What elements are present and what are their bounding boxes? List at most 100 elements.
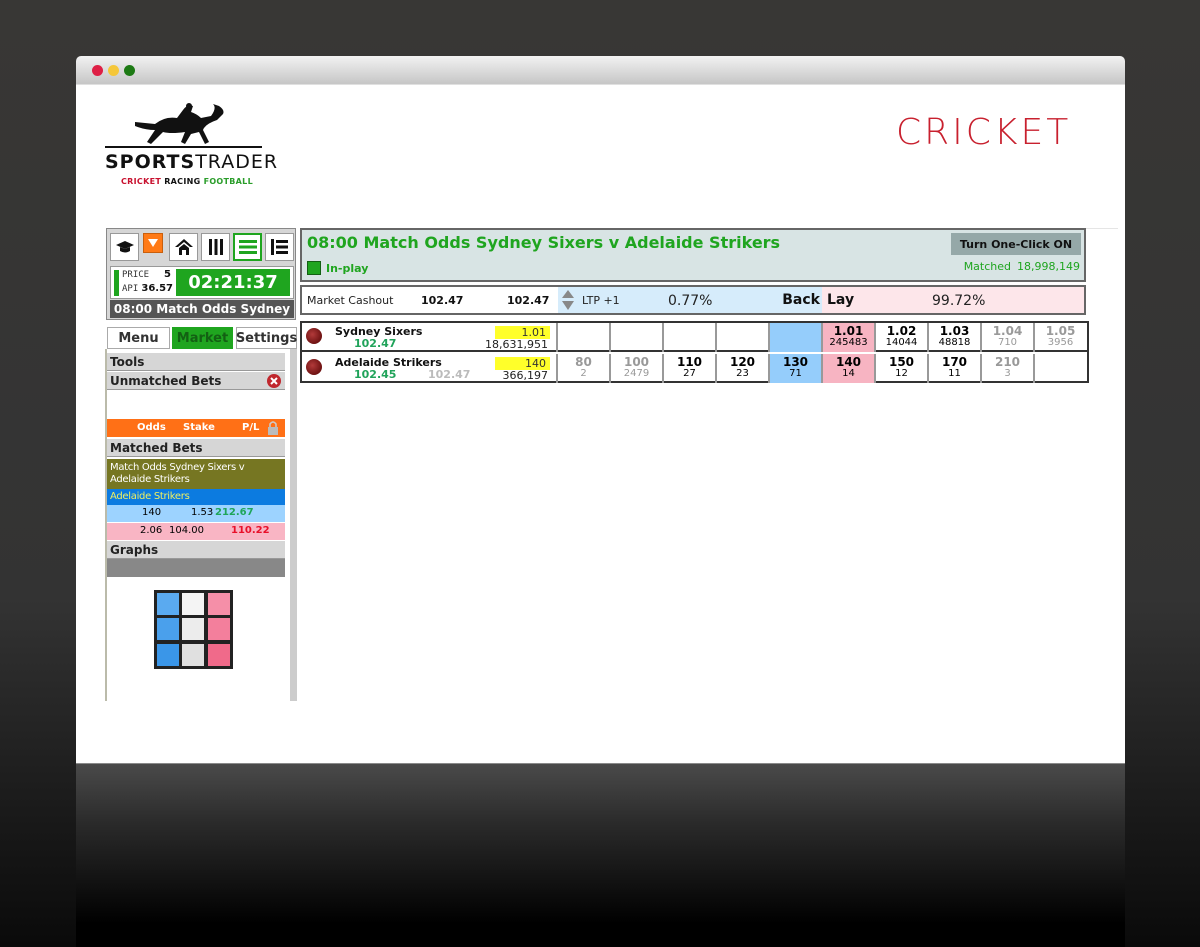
logo-divider <box>105 146 262 148</box>
bet-stake: 1.53 <box>191 507 214 518</box>
cashout-label: Market Cashout <box>307 294 394 307</box>
cell-size: 2479 <box>623 368 650 379</box>
matched-bet-back: 140 1.53 212.67 <box>107 505 285 522</box>
market-header: 08:00 Match Odds Sydney Sixers v Adelaid… <box>300 228 1086 282</box>
cell-size: 11 <box>948 368 961 379</box>
cell-price: 120 <box>729 355 756 369</box>
runner-row: Sydney Sixers 102.47 1.01 18,631,951 1.0… <box>302 323 1087 352</box>
window-bottom-shadow <box>76 763 1125 947</box>
maximize-window-icon[interactable] <box>124 65 135 76</box>
ladder-view-button[interactable] <box>265 233 294 261</box>
unmatched-bets-label: Unmatched Bets <box>110 374 222 388</box>
traded-volume: 18,631,951 <box>485 338 548 351</box>
price-cell[interactable]: 1.05 3956 <box>1033 323 1086 352</box>
stake-column: Stake <box>183 422 215 433</box>
cell-size: 2 <box>580 368 587 379</box>
api-label: API <box>122 284 139 294</box>
connection-indicator <box>114 270 119 296</box>
cell-price: 1.04 <box>992 324 1023 338</box>
price-cell[interactable]: 1.03 48818 <box>927 323 980 352</box>
price-cell[interactable]: 150 12 <box>874 354 927 383</box>
bet-pl: 212.67 <box>215 507 254 518</box>
section-heading: CRICKET <box>896 112 1072 153</box>
home-button[interactable] <box>169 233 198 261</box>
price-cell[interactable]: 120 23 <box>715 354 768 383</box>
price-cell[interactable] <box>662 323 715 352</box>
price-cell[interactable] <box>556 323 609 352</box>
rows-icon <box>238 240 257 254</box>
price-cell[interactable]: 110 27 <box>662 354 715 383</box>
bet-pl: 110.22 <box>231 525 270 536</box>
education-button[interactable] <box>110 233 139 261</box>
unmatched-bets-section[interactable]: Unmatched Bets <box>107 372 285 390</box>
one-click-toggle-button[interactable]: Turn One-Click ON <box>951 233 1081 255</box>
back-header: Back <box>782 292 820 308</box>
price-label: PRICE <box>122 270 150 280</box>
cell-price: 1.05 <box>1045 324 1076 338</box>
bets-column-header: Odds Stake P/L <box>107 419 285 437</box>
market-title: 08:00 Match Odds Sydney Sixers v Adelaid… <box>307 233 781 252</box>
lay-summary: Lay 99.72% <box>822 287 1084 313</box>
price-cell[interactable]: 100 2479 <box>609 354 662 383</box>
price-cell[interactable]: 210 3 <box>980 354 1033 383</box>
price-cell[interactable]: 140 14 <box>821 354 874 383</box>
ltp-stepper-icon[interactable] <box>562 289 574 311</box>
sidebar-scrollbar[interactable] <box>290 349 297 701</box>
home-icon <box>174 239 193 255</box>
cell-price: 1.02 <box>886 324 917 338</box>
lay-header: Lay <box>827 292 855 308</box>
runner-profit: 102.47 <box>354 337 397 350</box>
cell-price: 1.03 <box>939 324 970 338</box>
tab-market[interactable]: Market <box>172 327 233 349</box>
cell-size: 3 <box>1004 368 1011 379</box>
sportstrader-logo[interactable]: SPORTSTRADER CRICKET RACING FOOTBALL <box>105 102 277 187</box>
cashout-value-2[interactable]: 102.47 <box>507 294 549 307</box>
columns-view-button[interactable] <box>201 233 230 261</box>
price-value: 5 <box>164 269 171 280</box>
inplay-status: In-play <box>326 262 369 275</box>
cell-price: 210 <box>994 355 1021 369</box>
api-value: 36.57 <box>141 283 173 294</box>
traded-volume: 366,197 <box>502 369 549 382</box>
price-cell[interactable] <box>715 323 768 352</box>
graphs-bar <box>107 559 285 577</box>
price-cell[interactable]: 130 71 <box>768 354 821 383</box>
tab-settings[interactable]: Settings <box>236 327 297 349</box>
graphs-section[interactable]: Graphs <box>107 541 285 559</box>
selected-market-label[interactable]: 08:00 Match Odds Sydney <box>110 300 294 318</box>
inplay-indicator-icon <box>307 261 321 275</box>
back-summary: LTP +1 0.77% Back <box>558 287 822 313</box>
columns-icon <box>208 239 223 255</box>
close-window-icon[interactable] <box>92 65 103 76</box>
cell-size: 27 <box>683 368 696 379</box>
racehorse-icon <box>135 103 224 144</box>
price-cell[interactable]: 1.01 245483 <box>821 323 874 352</box>
minimize-window-icon[interactable] <box>108 65 119 76</box>
ladder-grid-icon[interactable] <box>154 590 233 669</box>
matched-market-name: Match Odds Sydney Sixers v Adelaide Stri… <box>107 459 285 489</box>
tab-menu[interactable]: Menu <box>107 327 170 349</box>
page-content: SPORTSTRADER CRICKET RACING FOOTBALL CRI… <box>76 85 1125 763</box>
price-cell[interactable] <box>609 323 662 352</box>
cell-price: 80 <box>575 355 592 369</box>
price-cell[interactable]: 1.04 710 <box>980 323 1033 352</box>
price-cell[interactable] <box>768 323 821 352</box>
cell-size: 12 <box>895 368 908 379</box>
bet-stake: 104.00 <box>169 525 204 536</box>
runner-row: Adelaide Strikers 102.45 102.47 140 366,… <box>302 354 1087 383</box>
price-cell[interactable] <box>1033 354 1086 383</box>
matched-bet-lay: 2.06 104.00 110.22 <box>107 523 285 540</box>
cell-price: 150 <box>888 355 915 369</box>
dropdown-button[interactable] <box>143 233 163 253</box>
cashout-value-1[interactable]: 102.47 <box>421 294 463 307</box>
lock-icon[interactable] <box>267 420 279 435</box>
rows-view-button[interactable] <box>233 233 262 261</box>
price-cell[interactable]: 1.02 14044 <box>874 323 927 352</box>
cancel-all-icon[interactable] <box>267 374 281 388</box>
price-cell[interactable]: 170 11 <box>927 354 980 383</box>
runner-profit: 102.45 <box>354 368 397 381</box>
price-cell[interactable]: 80 2 <box>556 354 609 383</box>
tools-section[interactable]: Tools <box>107 353 285 371</box>
matched-bets-section[interactable]: Matched Bets <box>107 439 285 457</box>
pl-column: P/L <box>242 422 260 433</box>
